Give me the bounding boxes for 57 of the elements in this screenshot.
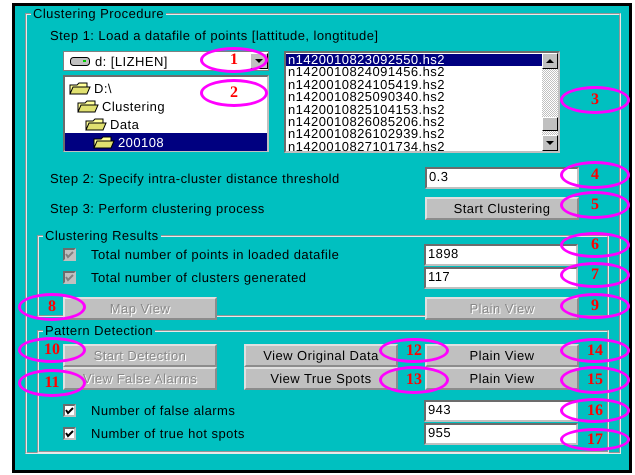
action-button[interactable]: View True Spots	[244, 367, 398, 390]
folder-item[interactable]: Data	[65, 115, 142, 133]
folder-icon	[93, 136, 115, 148]
step-label: Step 2: Specify intra-cluster distance threshold	[50, 170, 341, 186]
callout-marker: 5	[560, 191, 630, 219]
scroll-thumb[interactable]	[542, 117, 558, 131]
scroll-down-icon[interactable]	[546, 141, 554, 145]
callout-marker: 9	[560, 293, 630, 319]
callout-marker: 17	[560, 428, 630, 451]
folder-icon	[77, 100, 99, 112]
action-button[interactable]: Plain View	[425, 367, 579, 390]
stat-label: Number of true hot spots	[91, 426, 246, 441]
value-field[interactable]: 943	[424, 400, 578, 422]
stat-label: Number of false alarms	[91, 403, 236, 418]
group-title: Pattern Detection	[44, 323, 154, 338]
callout-marker: 16	[560, 398, 630, 423]
callout-marker: 3	[560, 86, 630, 114]
file-item[interactable]: n1420010827101734.hs2	[286, 140, 542, 154]
folder-icon	[69, 82, 91, 94]
callout-marker: 14	[560, 338, 630, 363]
folder-item[interactable]: Clustering	[65, 97, 168, 115]
drive-icon	[70, 56, 90, 66]
callout-marker: 7	[560, 262, 630, 288]
stat-label: Total number of clusters generated	[91, 270, 308, 285]
callout-marker: 15	[560, 366, 630, 394]
folder-item[interactable]: 200108	[65, 133, 267, 151]
callout-marker: 2	[200, 79, 268, 107]
callout-marker: 8	[18, 293, 86, 321]
group-title: Clustering Procedure	[32, 6, 166, 21]
threshold-field[interactable]: 0.3	[425, 167, 579, 189]
checkbox[interactable]	[63, 404, 76, 417]
value-field[interactable]: 955	[424, 422, 578, 444]
callout-marker: 12	[379, 338, 449, 363]
action-button[interactable]: View Original Data	[244, 344, 398, 367]
file-item[interactable]: n1420010825104153.hs2	[286, 104, 542, 116]
scroll-up-icon[interactable]	[546, 59, 554, 63]
file-item[interactable]: n1420010824105419.hs2	[286, 78, 542, 92]
callout-marker: 1	[200, 47, 268, 73]
step-label: Step 1: Load a datafile of points [lattitude, longtitude]	[50, 28, 380, 43]
file-item[interactable]: n1420010826085206.hs2	[286, 116, 542, 128]
start-clustering-button[interactable]: Start Clustering	[425, 197, 579, 220]
file-item[interactable]: n1420010826102939.hs2	[286, 128, 542, 141]
folder-icon	[85, 118, 107, 130]
callout-marker: 6	[560, 232, 630, 258]
file-item[interactable]: n1420010825090340.hs2	[286, 91, 542, 104]
callout-marker: 13	[379, 366, 449, 394]
caret-icon[interactable]	[255, 59, 263, 63]
stat-label: Total number of points in loaded datafile	[91, 247, 340, 262]
step-label: Step 3: Perform clustering process	[50, 201, 266, 216]
group-title: Clustering Results	[44, 228, 160, 243]
folder-item[interactable]: D:\	[65, 79, 114, 97]
checkbox[interactable]	[63, 427, 76, 440]
callout-marker: 4	[560, 161, 630, 189]
file-item[interactable]: n1420010823092550.hs2	[286, 54, 542, 66]
file-item[interactable]: n1420010824091456.hs2	[286, 66, 542, 79]
callout-marker: 10	[18, 337, 86, 363]
action-button[interactable]: Plain View	[425, 344, 579, 367]
